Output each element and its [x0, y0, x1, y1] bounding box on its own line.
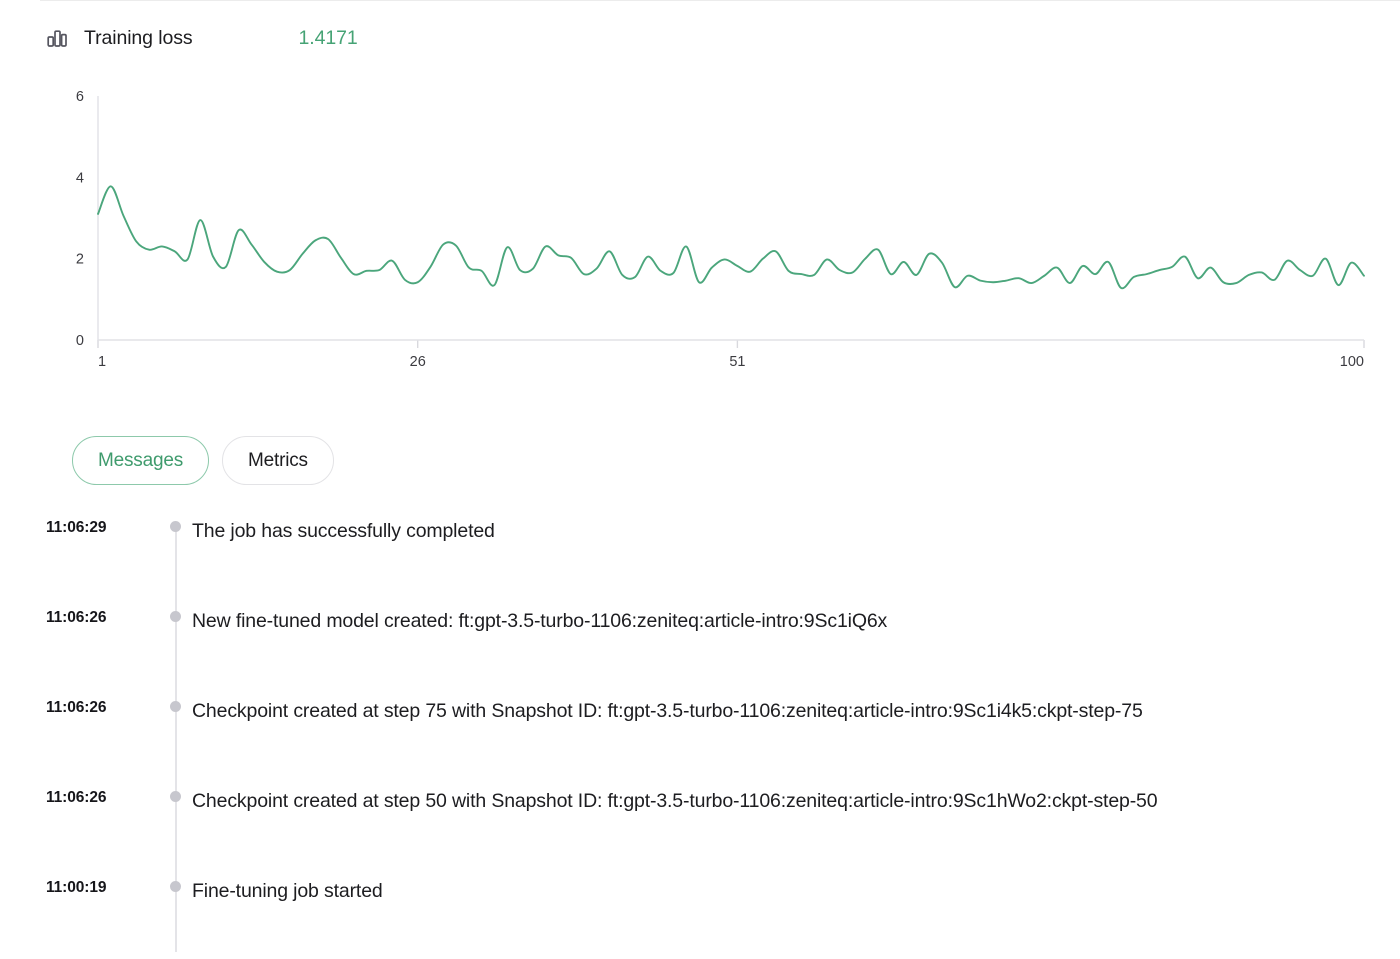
message-timestamp: 11:06:29	[46, 519, 107, 536]
chart-x-axis: 1 26 51 100	[97, 340, 1365, 370]
message-timestamp: 11:06:26	[46, 789, 107, 806]
list-item: 11:06:26 Checkpoint created at step 75 w…	[46, 688, 1386, 778]
message-text: Checkpoint created at step 75 with Snaps…	[192, 700, 1143, 722]
x-axis-tick-label: 100	[1340, 354, 1364, 370]
list-item: 11:00:19 Fine-tuning job started	[46, 868, 1386, 958]
tab-messages[interactable]: Messages	[72, 436, 209, 485]
timeline-dot-icon	[169, 791, 181, 802]
list-item: 11:06:26 New fine-tuned model created: f…	[46, 598, 1386, 688]
bar-chart-icon	[46, 27, 68, 49]
y-axis-tick-label: 4	[76, 170, 84, 186]
timeline-dot-icon	[169, 521, 181, 532]
tab-metrics-label: Metrics	[248, 449, 308, 471]
list-item: 11:06:26 Checkpoint created at step 50 w…	[46, 778, 1386, 868]
chart-y-axis: 0 2 4 6	[76, 89, 84, 349]
metric-title: Training loss	[84, 26, 193, 49]
training-loss-line	[97, 185, 1365, 290]
timeline-dot-icon	[169, 611, 181, 622]
message-text: The job has successfully completed	[192, 520, 495, 542]
x-axis-tick-label: 1	[98, 354, 106, 370]
training-loss-chart: 0 2 4 6 1 26 51 100	[46, 78, 1376, 378]
message-text: New fine-tuned model created: ft:gpt-3.5…	[192, 610, 888, 632]
y-axis-tick-label: 6	[76, 89, 84, 105]
section-divider	[40, 0, 1400, 1]
message-text: Checkpoint created at step 50 with Snaps…	[192, 790, 1158, 812]
message-timestamp: 11:00:19	[46, 879, 107, 896]
messages-timeline: 11:06:29 The job has successfully comple…	[46, 508, 1386, 958]
detail-tabs: Messages Metrics	[72, 436, 334, 485]
metric-value: 1.4171	[298, 26, 358, 49]
message-text: Fine-tuning job started	[192, 880, 383, 902]
timeline-dot-icon	[169, 881, 181, 892]
y-axis-tick-label: 2	[76, 252, 84, 268]
tab-metrics[interactable]: Metrics	[222, 436, 334, 485]
timeline-dot-icon	[169, 701, 181, 712]
y-axis-tick-label: 0	[76, 333, 84, 349]
x-axis-tick-label: 51	[729, 354, 745, 370]
message-timestamp: 11:06:26	[46, 699, 107, 716]
list-item: 11:06:29 The job has successfully comple…	[46, 508, 1386, 598]
training-loss-header: Training loss 1.4171	[46, 22, 358, 54]
x-axis-tick-label: 26	[410, 354, 426, 370]
message-timestamp: 11:06:26	[46, 609, 107, 626]
tab-messages-label: Messages	[98, 449, 183, 471]
fine-tune-job-panel: Training loss 1.4171 0 2 4 6 1 26 51 100 Messa…	[0, 0, 1400, 959]
